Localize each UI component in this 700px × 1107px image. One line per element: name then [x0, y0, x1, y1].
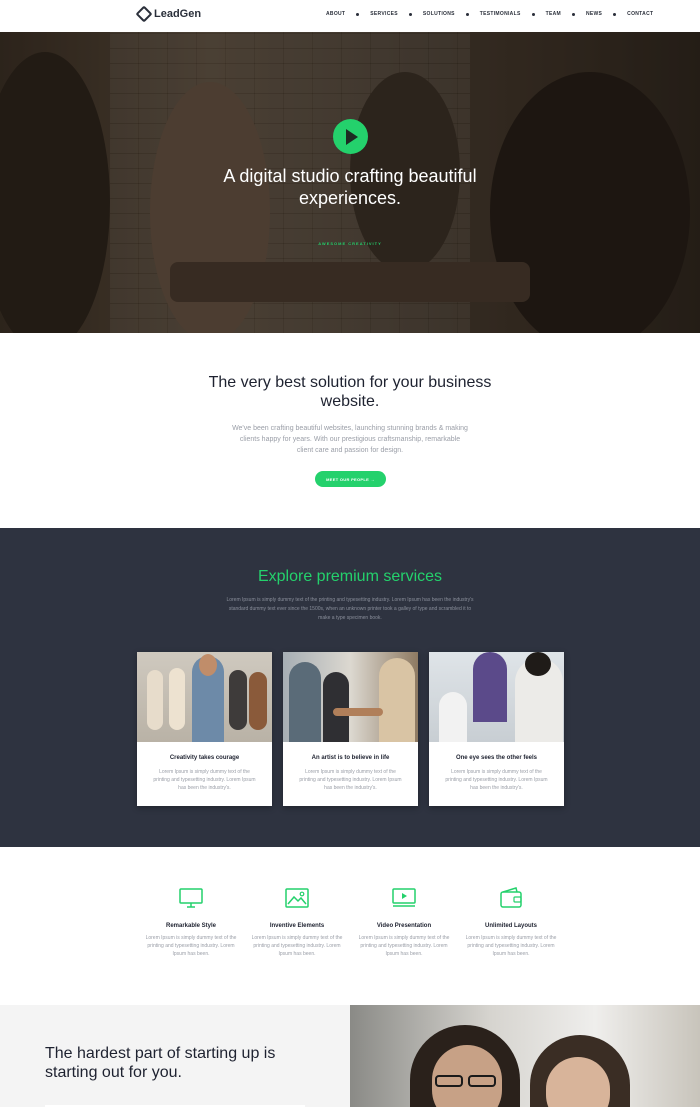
service-card-image	[429, 652, 564, 742]
play-icon	[346, 128, 358, 145]
nav-separator	[465, 12, 469, 16]
hero-subtitle: AWESOME CREATIVITY	[318, 241, 382, 246]
services-title: Explore premium services	[257, 568, 443, 585]
nav-separator	[571, 12, 575, 16]
logo-text: LeadGen	[154, 8, 202, 20]
service-card-text: Lorem Ipsum is simply dummy text of the …	[445, 769, 548, 791]
feature-title: Inventive Elements	[269, 923, 325, 929]
logo-icon	[135, 5, 153, 23]
nav-separator	[613, 12, 617, 16]
feature-item: Inventive Elements Lorem Ipsum is simply…	[250, 887, 344, 958]
hero-section: A digital studio crafting beautiful expe…	[0, 32, 700, 333]
nav-separator	[531, 12, 535, 16]
feature-item: Remarkable Style Lorem Ipsum is simply d…	[144, 887, 238, 958]
service-card-image	[137, 652, 272, 742]
meet-our-people-button[interactable]: MEET OUR PEOPLE →	[315, 471, 386, 487]
feature-item: Video Presentation Lorem Ipsum is simply…	[357, 887, 451, 958]
feature-text: Lorem Ipsum is simply dummy text of the …	[358, 935, 450, 957]
nav-item-about[interactable]: ABOUT	[326, 11, 345, 17]
service-card[interactable]: One eye sees the other feels Lorem Ipsum…	[429, 652, 564, 806]
feature-title: Video Presentation	[376, 923, 432, 929]
services-text: Lorem Ipsum is simply dummy text of the …	[226, 597, 474, 621]
feature-title: Unlimited Layouts	[484, 923, 537, 929]
nav-item-team[interactable]: TEAM	[546, 11, 561, 17]
nav-item-testimonials[interactable]: TESTIMONIALS	[480, 11, 521, 17]
solution-title: The very best solution for your business…	[208, 374, 492, 410]
services-section: Explore premium services Lorem Ipsum is …	[0, 528, 700, 847]
nav-item-contact[interactable]: CONTACT	[627, 11, 653, 17]
service-card-title: An artist is to believe in life	[311, 755, 390, 761]
play-button[interactable]	[333, 119, 368, 154]
feature-text: Lorem Ipsum is simply dummy text of the …	[465, 935, 557, 957]
nav-menu: ABOUT SERVICES SOLUTIONS TESTIMONIALS TE…	[326, 11, 653, 17]
features-section: Remarkable Style Lorem Ipsum is simply d…	[0, 847, 700, 1005]
service-card-text: Lorem Ipsum is simply dummy text of the …	[299, 769, 402, 791]
nav-item-solutions[interactable]: SOLUTIONS	[423, 11, 455, 17]
startup-title: The hardest part of starting up is start…	[45, 1045, 276, 1081]
feature-text: Lorem Ipsum is simply dummy text of the …	[251, 935, 343, 957]
service-card-title: Creativity takes courage	[169, 755, 240, 761]
startup-section: The hardest part of starting up is start…	[0, 1005, 700, 1107]
service-card-image	[283, 652, 418, 742]
hero-title: A digital studio crafting beautiful expe…	[223, 166, 477, 208]
startup-image	[350, 1005, 700, 1107]
logo[interactable]: LeadGen	[135, 5, 202, 23]
service-card[interactable]: Creativity takes courage Lorem Ipsum is …	[137, 652, 272, 806]
nav-item-services[interactable]: SERVICES	[370, 11, 398, 17]
wallet-icon	[500, 887, 522, 908]
video-icon	[392, 888, 416, 907]
top-nav: LeadGen ABOUT SERVICES SOLUTIONS TESTIMO…	[0, 0, 700, 32]
image-icon	[285, 888, 309, 908]
feature-item: Unlimited Layouts Lorem Ipsum is simply …	[464, 887, 558, 958]
service-card-title: One eye sees the other feels	[455, 755, 538, 761]
service-card-text: Lorem Ipsum is simply dummy text of the …	[153, 769, 256, 791]
nav-separator	[408, 12, 412, 16]
feature-text: Lorem Ipsum is simply dummy text of the …	[145, 935, 237, 957]
solution-section: The very best solution for your business…	[0, 333, 700, 528]
monitor-icon	[179, 888, 203, 908]
feature-title: Remarkable Style	[165, 923, 217, 929]
solution-text: We've been crafting beautiful websites, …	[232, 425, 468, 454]
nav-separator	[356, 12, 360, 16]
nav-item-news[interactable]: NEWS	[586, 11, 602, 17]
service-card[interactable]: An artist is to believe in life Lorem Ip…	[283, 652, 418, 806]
